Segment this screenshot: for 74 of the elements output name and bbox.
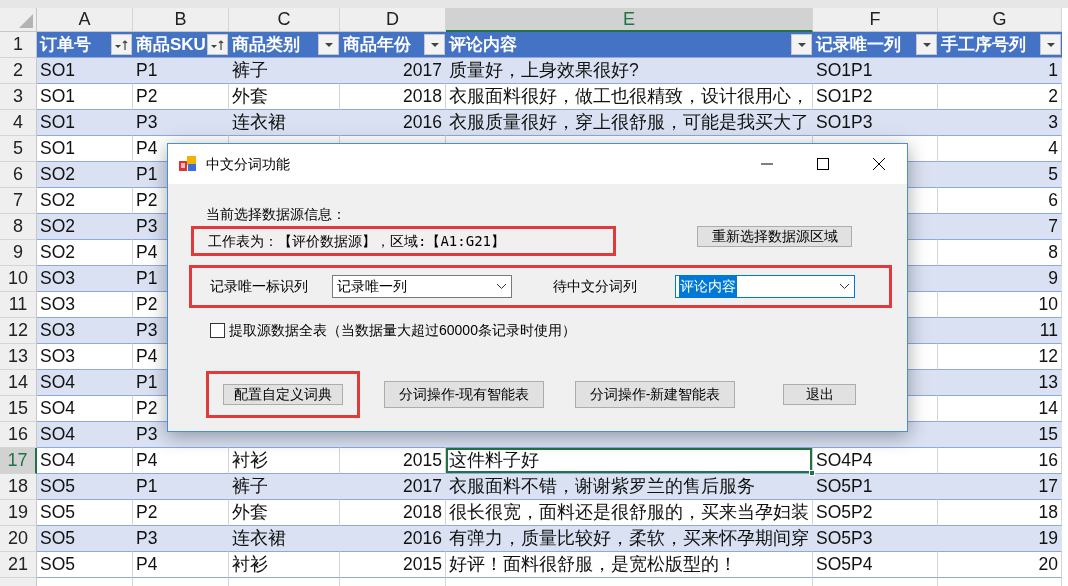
filter-button[interactable]: [318, 34, 339, 55]
dialog-button[interactable]: 退出: [783, 384, 856, 405]
row-header: 16: [0, 422, 37, 448]
caret-icon: [796, 41, 807, 48]
caret-icon: [921, 41, 932, 48]
caret-icon: [429, 41, 440, 48]
close-icon: [871, 156, 887, 172]
chevron-down-icon: [839, 283, 850, 290]
app-icon: [178, 155, 198, 173]
row-header: 13: [0, 344, 37, 370]
row-header: 17: [0, 448, 37, 474]
column-header[interactable]: E: [446, 8, 813, 32]
row-header: 6: [0, 162, 37, 188]
row-header: 14: [0, 370, 37, 396]
row-header: 19: [0, 500, 37, 526]
row-header: 5: [0, 136, 37, 162]
caret-icon: [1045, 41, 1056, 48]
row-header: 4: [0, 110, 37, 136]
table-cell: 衬衫: [229, 552, 340, 578]
row-header: 10: [0, 266, 37, 292]
table-cell: P4: [133, 552, 229, 578]
column-header[interactable]: B: [133, 8, 229, 32]
row-header: 20: [0, 526, 37, 552]
filter-button[interactable]: [111, 34, 132, 55]
row-header: 7: [0, 188, 37, 214]
row-header: 12: [0, 318, 37, 344]
column-title: 评论内容: [449, 33, 517, 56]
caret-icon: [323, 41, 334, 48]
dropdown[interactable]: 记录唯一列: [332, 275, 512, 298]
row-header: [0, 578, 37, 586]
table-cell: SO5: [37, 552, 133, 578]
row-header: 1: [0, 32, 37, 58]
column-title: 商品类别: [232, 33, 300, 56]
table-cell: SO5P4: [813, 552, 938, 578]
dialog-button[interactable]: 分词操作-新建智能表: [575, 381, 735, 408]
filter-button[interactable]: [424, 34, 445, 55]
filter-button[interactable]: [207, 34, 228, 55]
row-header: 8: [0, 214, 37, 240]
dialog-button[interactable]: 配置自定义词典: [223, 384, 343, 405]
column-title: 商品SKU: [136, 33, 206, 56]
dropdown[interactable]: 评论内容: [675, 275, 855, 298]
checkbox-label: 提取源数据全表（当数据量大超过60000条记录时使用）: [229, 321, 576, 340]
column-header[interactable]: F: [813, 8, 938, 32]
column-title: 记录唯一列: [816, 33, 901, 56]
row-header: 3: [0, 84, 37, 110]
row-header: 18: [0, 474, 37, 500]
column-title: 商品年份: [343, 33, 411, 56]
filter-button[interactable]: [916, 34, 937, 55]
sort-filter-icon: [114, 38, 129, 51]
filter-button[interactable]: [791, 34, 812, 55]
table-cell: 好评！面料很舒服，是宽松版型的！: [446, 552, 813, 578]
row-header: 9: [0, 240, 37, 266]
column-title: 手工序号列: [941, 33, 1026, 56]
column-header[interactable]: C: [229, 8, 340, 32]
chevron-down-icon: [496, 283, 507, 290]
maximize-icon: [815, 156, 831, 172]
minimize-icon: [759, 163, 775, 165]
row-header: 2: [0, 58, 37, 84]
dialog-button[interactable]: 分词操作-现有智能表: [384, 381, 544, 408]
checkbox[interactable]: [210, 323, 225, 338]
fill-handle[interactable]: [809, 470, 815, 476]
row-header: 11: [0, 292, 37, 318]
column-title: 订单号: [40, 33, 91, 56]
sort-filter-icon: [210, 38, 225, 51]
column-header[interactable]: A: [37, 8, 133, 32]
column-header[interactable]: D: [340, 8, 446, 32]
table-cell: 2015: [340, 552, 446, 578]
field-label: 待中文分词列: [553, 277, 638, 296]
reselect-button[interactable]: 重新选择数据源区域: [697, 226, 852, 247]
row-header: 15: [0, 396, 37, 422]
row-header: 21: [0, 552, 37, 578]
filter-button[interactable]: [1040, 34, 1061, 55]
column-header[interactable]: G: [938, 8, 1062, 32]
table-cell: 这件料子好: [446, 448, 813, 474]
